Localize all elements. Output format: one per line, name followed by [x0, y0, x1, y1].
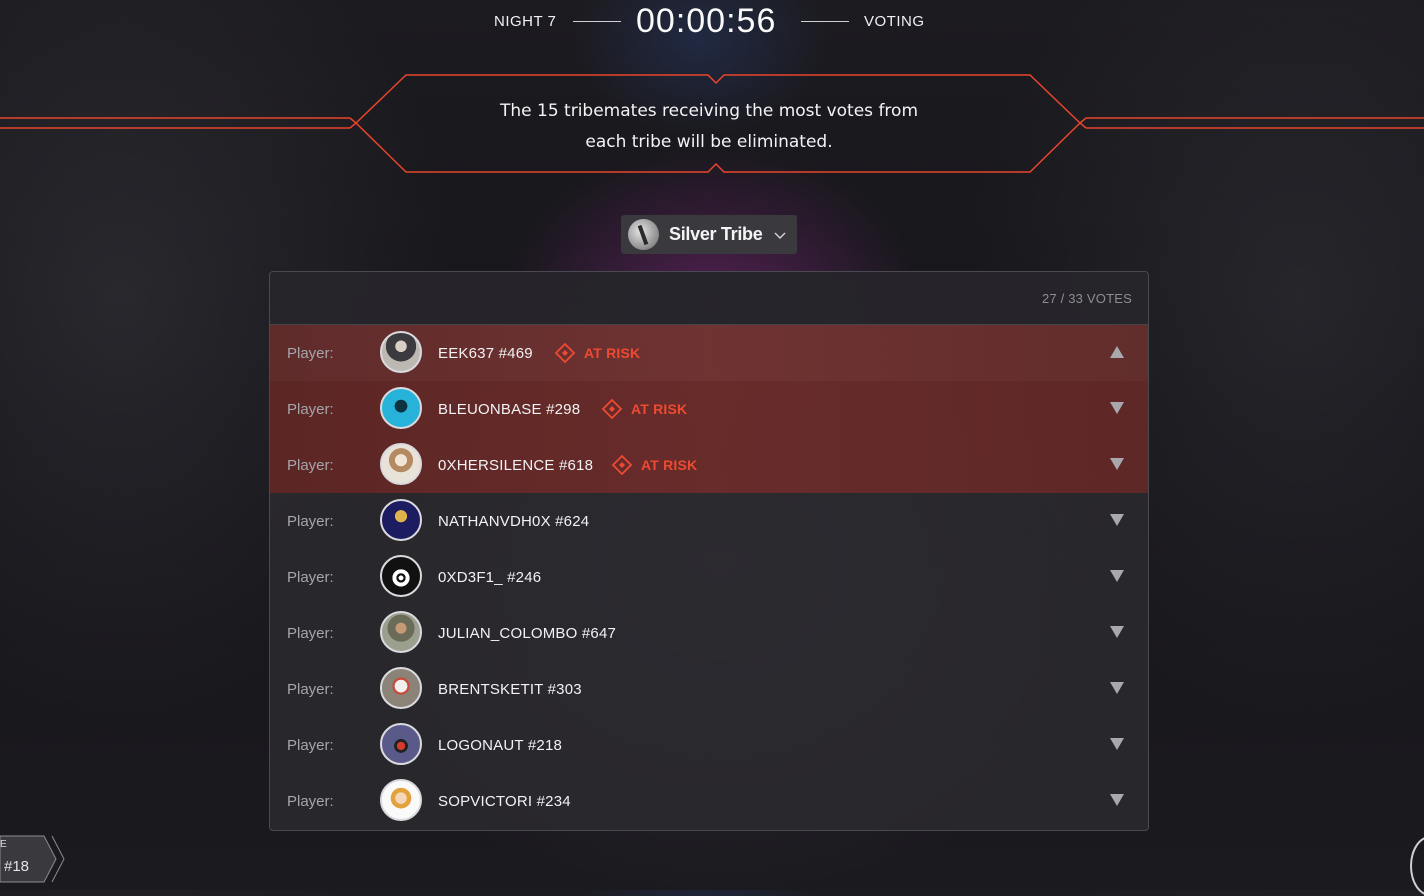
triangle-down-icon[interactable] — [1110, 402, 1124, 414]
page-tag-prefix: E — [0, 839, 7, 850]
triangle-down-icon[interactable] — [1110, 794, 1124, 806]
player-label: Player: — [287, 680, 334, 698]
avatar — [380, 779, 422, 821]
player-row[interactable]: Player: NATHANVDH0X #624 — [270, 493, 1148, 549]
banner-message: The 15 tribemates receiving the most vot… — [500, 101, 919, 152]
elimination-banner: The 15 tribemates receiving the most vot… — [0, 72, 1424, 176]
player-name: NATHANVDH0X #624 — [438, 512, 590, 530]
triangle-down-icon[interactable] — [1110, 570, 1124, 582]
page-number: #18 — [4, 858, 30, 875]
player-name: LOGONAUT #218 — [438, 736, 563, 754]
vote-panel: 27 / 33 VOTES Player: EEK637 #469 AT RIS… — [269, 271, 1149, 831]
tribe-name: Silver Tribe — [669, 224, 763, 244]
player-label: Player: — [287, 456, 334, 474]
at-risk-label: AT RISK — [584, 345, 641, 361]
tribe-emblem-icon — [628, 219, 659, 250]
player-label: Player: — [287, 792, 334, 810]
avatar — [380, 555, 422, 597]
avatar — [380, 667, 422, 709]
triangle-down-icon[interactable] — [1110, 738, 1124, 750]
triangle-down-icon[interactable] — [1110, 626, 1124, 638]
player-name: 0XD3F1_ #246 — [438, 568, 542, 586]
player-label: Player: — [287, 344, 334, 362]
vote-count: 27 / 33 VOTES — [1041, 291, 1132, 306]
player-row[interactable]: Player: LOGONAUT #218 — [270, 717, 1148, 773]
player-label: Player: — [287, 624, 334, 642]
avatar — [380, 443, 422, 485]
triangle-down-icon[interactable] — [1110, 682, 1124, 694]
diamond-warning-icon — [601, 398, 623, 420]
night-label: NIGHT 7 — [494, 13, 557, 30]
player-row[interactable]: Player: EEK637 #469 AT RISK — [270, 325, 1148, 381]
player-label: Player: — [287, 400, 334, 418]
triangle-down-icon[interactable] — [1110, 458, 1124, 470]
player-name: JULIAN_COLOMBO #647 — [438, 624, 617, 642]
player-name: BRENTSKETIT #303 — [438, 680, 582, 698]
player-name: SOPVICTORI #234 — [438, 792, 571, 810]
player-row[interactable]: Player: JULIAN_COLOMBO #647 — [270, 605, 1148, 661]
top-status-bar: NIGHT 7 00:00:56 VOTING — [0, 0, 1424, 44]
player-label: Player: — [287, 512, 334, 530]
tribe-selector-dropdown[interactable]: Silver Tribe — [621, 215, 797, 254]
divider-left — [573, 21, 621, 22]
avatar — [380, 611, 422, 653]
countdown-timer: 00:00:56 — [636, 2, 777, 40]
player-row[interactable]: Player: 0XD3F1_ #246 — [270, 549, 1148, 605]
avatar — [380, 723, 422, 765]
triangle-down-icon[interactable] — [1110, 514, 1124, 526]
avatar — [380, 331, 422, 373]
at-risk-badge: AT RISK — [611, 454, 697, 476]
avatar — [380, 499, 422, 541]
player-name: EEK637 #469 — [438, 344, 533, 362]
player-row[interactable]: Player: SOPVICTORI #234 — [270, 773, 1148, 829]
corner-button[interactable] — [1410, 836, 1424, 896]
at-risk-label: AT RISK — [631, 401, 688, 417]
vote-panel-header: 27 / 33 VOTES — [270, 272, 1148, 325]
player-label: Player: — [287, 736, 334, 754]
triangle-up-icon[interactable] — [1110, 346, 1124, 358]
avatar — [380, 387, 422, 429]
player-row[interactable]: Player: BRENTSKETIT #303 — [270, 661, 1148, 717]
player-name: BLEUONBASE #298 — [438, 400, 581, 418]
divider-right — [801, 21, 849, 22]
diamond-warning-icon — [554, 342, 576, 364]
at-risk-badge: AT RISK — [601, 398, 687, 420]
player-row[interactable]: Player: BLEUONBASE #298 AT RISK — [270, 381, 1148, 437]
player-name: 0XHERSILENCE #618 — [438, 456, 594, 474]
at-risk-badge: AT RISK — [554, 342, 640, 364]
chevron-down-icon — [774, 231, 786, 239]
player-row[interactable]: Player: 0XHERSILENCE #618 AT RISK — [270, 437, 1148, 493]
phase-label: VOTING — [864, 13, 925, 30]
player-label: Player: — [287, 568, 334, 586]
diamond-warning-icon — [611, 454, 633, 476]
at-risk-label: AT RISK — [641, 457, 698, 473]
